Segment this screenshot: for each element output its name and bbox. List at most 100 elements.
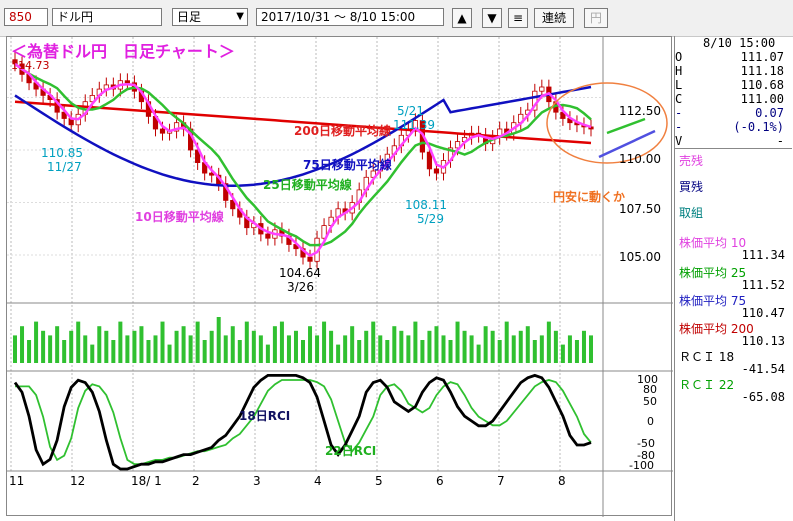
volume-bar (476, 344, 481, 363)
ohlc-row-change-pct: - (-0.1%) (675, 120, 792, 134)
label-rci22: 22日RCI (325, 444, 376, 458)
volume-bar (265, 344, 270, 363)
volume-bar (160, 321, 165, 363)
volume-bar (251, 330, 256, 363)
price-tick-110-00: 110.00 (619, 152, 661, 166)
volume-bar (441, 335, 446, 363)
volume-bar (174, 330, 179, 363)
volume-bar (125, 335, 130, 363)
volume-bar (41, 330, 46, 363)
ma10-value: 111.34 (741, 248, 785, 262)
volume-bar (167, 344, 172, 363)
ohlc-row-change: - 0.07 (675, 106, 792, 120)
volume-bar (69, 330, 74, 363)
ohlc-key: - (675, 120, 683, 134)
volume-bar (532, 340, 537, 363)
ohlc-key: V (675, 134, 683, 148)
x-tick-label: 5 (375, 474, 383, 488)
label-ma75: 75日移動平均線 (303, 157, 392, 172)
volume-bar (539, 335, 544, 363)
volume-bar (427, 330, 432, 363)
volume-bar (546, 321, 551, 363)
volume-bar (118, 321, 123, 363)
volume-bar (497, 340, 502, 363)
x-tick-label: 4 (314, 474, 322, 488)
yen-button[interactable]: 円 (584, 8, 608, 28)
symbol-name-field[interactable]: ドル円 (52, 8, 162, 26)
volume-bar (293, 330, 298, 363)
volume-bar (216, 317, 221, 363)
label-ma25: 25日移動平均線 (263, 177, 352, 192)
annotation-high-price: 114.73 (11, 59, 50, 72)
price-tick-105-00: 105.00 (619, 250, 661, 264)
volume-bar (504, 321, 509, 363)
volume-bar (343, 335, 348, 363)
volume-bar (202, 340, 207, 363)
volume-bar (462, 330, 467, 363)
ohlc-row-open: O 111.07 (675, 50, 792, 64)
triangle-up-icon: ▲ (457, 11, 467, 25)
candle-body (124, 80, 130, 84)
ohlc-row-low: L 110.68 (675, 78, 792, 92)
rci18-value: -41.54 (741, 362, 785, 376)
scroll-down-button[interactable]: ▼ (482, 8, 502, 28)
ohlc-value: (-0.1%) (733, 120, 784, 134)
volume-bar (371, 321, 376, 363)
volume-bar (574, 340, 579, 363)
ohlc-value: 110.68 (740, 78, 784, 92)
volume-bar (448, 340, 453, 363)
rci-tick-minus100: -100 (629, 459, 654, 472)
annotation-dip-date: 5/29 (417, 212, 444, 226)
x-tick-label: 12 (70, 474, 85, 488)
x-tick-label: 7 (497, 474, 505, 488)
volume-bar (315, 335, 320, 363)
price-tick-107-50: 107.50 (619, 202, 661, 216)
period-select[interactable]: 日足 ▼ (172, 8, 248, 26)
date-range-field[interactable]: 2017/10/31 〜 8/10 15:00 (256, 8, 444, 26)
volume-bar (301, 340, 305, 363)
volume-bar (413, 321, 418, 363)
volume-bar (20, 326, 25, 363)
continuous-button[interactable]: 連続 (534, 8, 574, 28)
ohlc-key: H (675, 64, 683, 78)
ohlc-key: - (675, 106, 683, 120)
volume-bar (195, 321, 200, 363)
x-tick-label: 11 (9, 474, 24, 488)
ohlc-key: L (675, 78, 683, 92)
chevron-down-icon: ▼ (236, 11, 244, 22)
code-field[interactable]: 850 (4, 8, 48, 26)
candle-body (426, 151, 433, 170)
x-tick-labels: 11 12 18/ 1 2 3 4 5 6 7 8 (9, 474, 566, 488)
volume-bar (357, 340, 362, 363)
annotation-low1-price: 110.85 (41, 146, 83, 160)
volume-bar (97, 326, 102, 363)
x-tick-label: 8 (558, 474, 566, 488)
ohlc-value: 111.00 (740, 92, 784, 106)
annotation-dip-price: 108.11 (405, 198, 447, 212)
label-ma200: 200日移動平均線 (294, 123, 391, 138)
candle-body (307, 256, 313, 262)
volume-bar (76, 321, 81, 363)
volume-bar (258, 335, 263, 363)
scroll-up-button[interactable]: ▲ (452, 8, 472, 28)
volume-bar (209, 330, 214, 363)
chart-panel: 112.50 110.00 107.50 105.00 100 80 50 0 … (6, 36, 673, 517)
candle-body (433, 168, 440, 174)
annotation-peak-date: 5/21 (397, 104, 424, 118)
volume-bar (553, 330, 558, 363)
x-tick-label: 3 (253, 474, 261, 488)
forecast-ellipse (546, 82, 668, 164)
volume-bar (385, 340, 390, 363)
label-rci18: 18日RCI (239, 409, 290, 423)
volume-bar (83, 335, 88, 363)
volume-bar (146, 340, 151, 363)
volume-bars (13, 317, 593, 363)
candle-body (159, 128, 166, 134)
ma25-value: 111.52 (741, 278, 785, 292)
volume-bar (27, 340, 32, 363)
menu-button[interactable]: ≡ (508, 8, 528, 28)
x-tick-label: 18/ 1 (131, 474, 162, 488)
volume-bar (560, 344, 565, 363)
volume-bar (329, 330, 334, 363)
forecast-text: 円安に動くか (553, 189, 625, 204)
